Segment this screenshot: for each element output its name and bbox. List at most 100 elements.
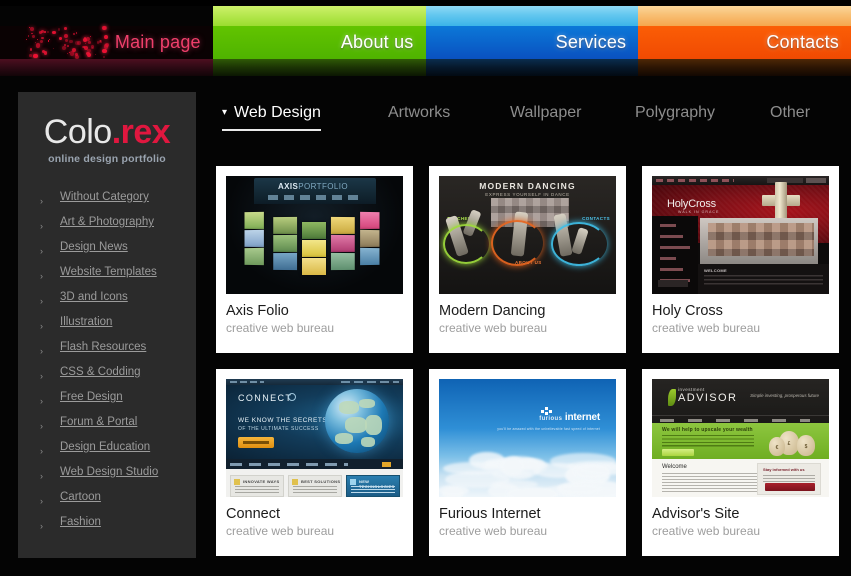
portfolio-card[interactable]: investment ADVISOR Simple investing, pro… — [642, 369, 839, 556]
sidebar-category-label[interactable]: 3D and Icons — [60, 291, 128, 303]
topnav-tab-label: Main page — [114, 32, 201, 52]
fan-thumb-tile — [330, 234, 355, 253]
sidebar-category-label[interactable]: Art & Photography — [60, 216, 154, 228]
thumb-feature-box: INNOVATE WAYS — [230, 475, 284, 497]
sidebar: Colo.rex online design portfolio › Withou… — [18, 92, 196, 558]
sidebar-category-item[interactable]: › Forum & Portal — [40, 416, 196, 441]
site-logo[interactable]: Colo.rex online design portfolio — [18, 92, 196, 165]
globe-landmass — [335, 433, 353, 444]
sidebar-category-item[interactable]: › Design Education — [40, 441, 196, 466]
tab-wallpaper[interactable]: Wallpaper — [510, 104, 581, 122]
sidebar-category-item[interactable]: › Web Design Studio — [40, 466, 196, 491]
sidebar-category-label[interactable]: Design News — [60, 241, 128, 253]
portfolio-card[interactable]: AXISPORTFOLIO Axis Folio creative web bu… — [216, 166, 413, 353]
sidebar-category-item[interactable]: › Cartoon — [40, 491, 196, 516]
thumb-label-contacts: CONTACTS — [582, 216, 610, 221]
sidebar-category-label[interactable]: CSS & Codding — [60, 366, 141, 378]
portfolio-thumbnail-advisors-site[interactable]: investment ADVISOR Simple investing, pro… — [652, 379, 829, 497]
red-particles-decor — [0, 26, 132, 59]
tab-gloss-top — [212, 6, 426, 26]
chevron-down-icon: ▾ — [222, 107, 228, 118]
fan-thumb-tile — [273, 216, 298, 235]
fan-thumb-tile — [244, 211, 264, 230]
sidebar-category-item[interactable]: › CSS & Codding — [40, 366, 196, 391]
portfolio-card-title: Advisor's Site — [652, 506, 740, 522]
sidebar-category-item[interactable]: › Design News — [40, 241, 196, 266]
fan-thumb-tile — [330, 252, 355, 271]
chevron-right-icon: › — [40, 346, 43, 356]
fan-thumb-tile — [330, 216, 355, 235]
tab-band-bottom — [0, 59, 213, 76]
topnav-tab-about-us[interactable]: About us — [212, 0, 426, 76]
thumb-header-bar: AXISPORTFOLIO — [254, 178, 376, 204]
thumb-green-button — [662, 449, 694, 456]
thumb-nav-strip — [268, 195, 364, 200]
sidebar-category-item[interactable]: › Fashion — [40, 516, 196, 541]
tab-label: Polygraphy — [635, 104, 716, 121]
globe-landmass — [365, 415, 382, 435]
category-list: › Without Category › Art & Photography › Desi… — [18, 191, 196, 541]
cloud-shape — [500, 455, 524, 476]
sidebar-category-item[interactable]: › Illustration — [40, 316, 196, 341]
sidebar-category-item[interactable]: › Website Templates — [40, 266, 196, 291]
sidebar-category-item[interactable]: › Flash Resources — [40, 341, 196, 366]
category-tabs: ▾ Web Design Artworks Wallpaper Polygraphy Ot… — [210, 92, 851, 144]
sidebar-category-label[interactable]: Without Category — [60, 191, 149, 203]
portfolio-card[interactable]: MODERN DANCING EXPRESS YOURSELF IN DANCE… — [429, 166, 626, 353]
money-bag-icon: € — [769, 437, 785, 456]
thumb-subtitle: EXPRESS YOURSELF IN DANCE — [485, 192, 570, 197]
sidebar-category-label[interactable]: Illustration — [60, 316, 112, 328]
sidebar-category-label[interactable]: Forum & Portal — [60, 416, 137, 428]
portfolio-card[interactable]: furious internet you'll be amazed with t… — [429, 369, 626, 556]
tab-band-bottom — [425, 59, 639, 76]
tab-artworks[interactable]: Artworks — [388, 104, 450, 122]
sidebar-category-label[interactable]: Fashion — [60, 516, 101, 528]
sidebar-category-label[interactable]: Cartoon — [60, 491, 101, 503]
photo-fan-decor — [232, 211, 398, 282]
chevron-right-icon: › — [40, 471, 43, 481]
thumb-brand-sub: WALK IN GRACE — [678, 210, 720, 214]
portfolio-card[interactable]: HolyCross WALK IN GRACE WELCOME Holy Cro… — [642, 166, 839, 353]
logo-tagline: online design portfolio — [48, 153, 166, 165]
sidebar-category-item[interactable]: › Art & Photography — [40, 216, 196, 241]
sidebar-category-label[interactable]: Website Templates — [60, 266, 157, 278]
chevron-right-icon: › — [40, 221, 43, 231]
portfolio-card-subtitle: creative web bureau — [652, 524, 761, 538]
thumb-nav — [226, 459, 403, 469]
neon-swirl-decor — [443, 224, 489, 264]
thumb-brand: AXISPORTFOLIO — [278, 182, 348, 191]
portfolio-card-title: Modern Dancing — [439, 303, 546, 319]
thumb-body: Welcome Stay informed with us — [652, 459, 829, 497]
topnav-tab-services[interactable]: Services — [425, 0, 639, 76]
thumb-topbar — [652, 176, 829, 185]
thumb-subscribe-box: Stay informed with us — [757, 463, 821, 495]
thumb-body-heading: Welcome — [662, 464, 687, 470]
sidebar-category-label[interactable]: Free Design — [60, 391, 123, 403]
tab-polygraphy[interactable]: Polygraphy — [635, 104, 715, 122]
tab-gloss-top — [425, 6, 639, 26]
thumb-body-text — [662, 473, 758, 493]
sidebar-category-label[interactable]: Flash Resources — [60, 341, 146, 353]
tab-label: Other — [770, 104, 811, 121]
tab-other[interactable]: Other — [770, 104, 810, 122]
portfolio-thumbnail-modern-dancing[interactable]: MODERN DANCING EXPRESS YOURSELF IN DANCE… — [439, 176, 616, 294]
portfolio-thumbnail-holy-cross[interactable]: HolyCross WALK IN GRACE WELCOME — [652, 176, 829, 294]
portfolio-thumbnail-furious-internet[interactable]: furious internet you'll be amazed with t… — [439, 379, 616, 497]
sidebar-category-item[interactable]: › 3D and Icons — [40, 291, 196, 316]
globe-landmass — [345, 417, 367, 433]
portfolio-thumbnail-axis-folio[interactable]: AXISPORTFOLIO — [226, 176, 403, 294]
tab-band-bottom — [638, 59, 851, 76]
tab-web-design[interactable]: ▾ Web Design — [222, 104, 321, 131]
sidebar-category-item[interactable]: › Free Design — [40, 391, 196, 416]
sidebar-category-label[interactable]: Design Education — [60, 441, 150, 453]
portfolio-card-title: Holy Cross — [652, 303, 723, 319]
fan-thumb-tile — [302, 258, 326, 275]
portfolio-card[interactable]: CONNECT WE KNOW THE SECRETS OF THE ULTIM… — [216, 369, 413, 556]
sidebar-category-label[interactable]: Web Design Studio — [60, 466, 158, 478]
topnav-tab-main-page[interactable]: Main page — [0, 0, 213, 76]
portfolio-card-title: Furious Internet — [439, 506, 541, 522]
topnav-tab-contacts[interactable]: Contacts — [638, 0, 851, 76]
tab-gloss-top — [0, 6, 213, 26]
sidebar-category-item[interactable]: › Without Category — [40, 191, 196, 216]
portfolio-thumbnail-connect[interactable]: CONNECT WE KNOW THE SECRETS OF THE ULTIM… — [226, 379, 403, 497]
